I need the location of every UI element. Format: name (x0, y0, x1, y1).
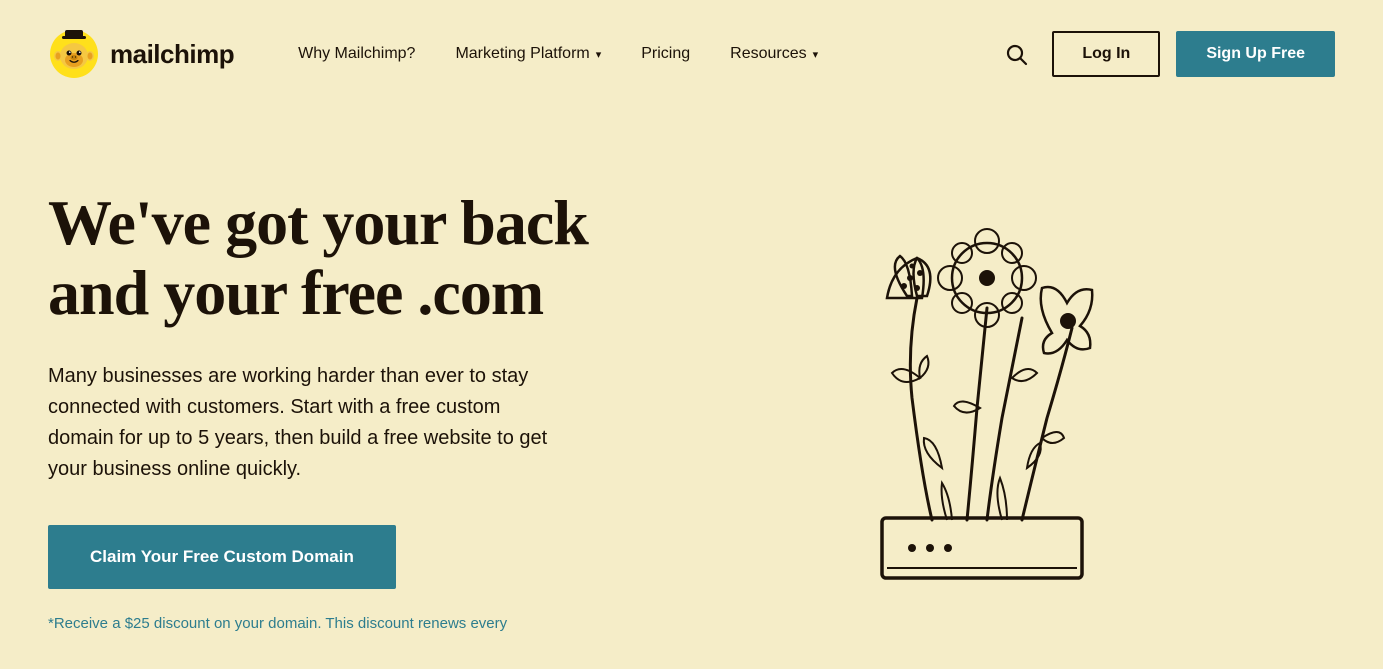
nav-item-resources[interactable]: Resources ▾ (714, 37, 834, 71)
hero-content: We've got your back and your free .com M… (48, 168, 628, 634)
nav-item-pricing[interactable]: Pricing (625, 37, 706, 71)
logo-text: mailchimp (110, 39, 234, 70)
hero-body-text: Many businesses are working harder than … (48, 361, 568, 485)
chevron-down-icon: ▾ (596, 48, 602, 61)
flower-illustration-icon (772, 178, 1192, 608)
signup-button[interactable]: Sign Up Free (1176, 31, 1335, 77)
search-button[interactable] (996, 34, 1036, 74)
cta-button[interactable]: Claim Your Free Custom Domain (48, 525, 396, 589)
main-nav: Why Mailchimp? Marketing Platform ▾ Pric… (282, 37, 996, 71)
disclaimer-text: *Receive a $25 discount on your domain. … (48, 613, 528, 634)
nav-actions: Log In Sign Up Free (996, 31, 1335, 77)
header: mailchimp Why Mailchimp? Marketing Platf… (0, 0, 1383, 108)
hero-title: We've got your back and your free .com (48, 188, 628, 329)
hero-section: We've got your back and your free .com M… (0, 108, 1383, 668)
search-icon (1004, 42, 1028, 66)
hero-illustration (628, 168, 1335, 608)
login-button[interactable]: Log In (1052, 31, 1160, 77)
chevron-down-icon: ▾ (813, 48, 819, 61)
nav-item-marketing-platform[interactable]: Marketing Platform ▾ (439, 37, 617, 71)
mailchimp-logo-icon (48, 28, 100, 80)
logo-link[interactable]: mailchimp (48, 28, 234, 80)
nav-item-why-mailchimp[interactable]: Why Mailchimp? (282, 37, 431, 71)
